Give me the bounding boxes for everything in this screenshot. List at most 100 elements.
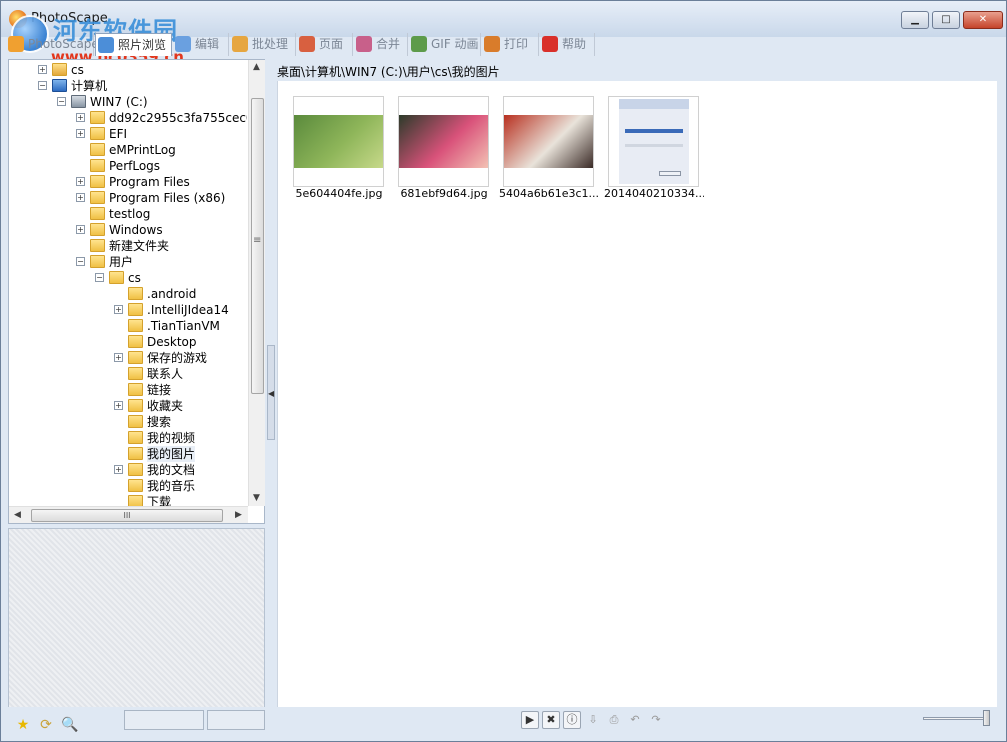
maximize-button[interactable]: □	[932, 11, 960, 29]
current-path: 桌面\计算机\WIN7 (C:)\用户\cs\我的图片	[277, 65, 500, 79]
expand-icon[interactable]: +	[114, 401, 123, 410]
scroll-right-icon[interactable]: ▶	[235, 510, 242, 520]
thumbnail-item[interactable]	[398, 96, 489, 187]
tree-node[interactable]: 新建文件夹	[9, 238, 247, 254]
tree-node[interactable]: 搜索	[9, 414, 247, 430]
tab-page[interactable]: 页面	[297, 33, 353, 56]
undo-icon[interactable]: ↶	[626, 711, 644, 729]
tree-node[interactable]: .TianTianVM	[9, 318, 247, 334]
tree-node[interactable]: + EFI	[9, 126, 247, 142]
thumbnail-item[interactable]	[293, 96, 384, 187]
collapse-icon[interactable]: −	[38, 81, 47, 90]
folder-search-icon[interactable]: 🔍	[61, 717, 78, 733]
tab-print[interactable]: 打印	[482, 33, 539, 56]
folder-icon	[90, 175, 105, 188]
info-icon[interactable]: ⓘ	[563, 711, 581, 729]
folder-icon	[128, 415, 143, 428]
expand-icon[interactable]: +	[76, 113, 85, 122]
expand-icon[interactable]: +	[76, 225, 85, 234]
tree-node-label: Program Files	[109, 175, 190, 189]
tree-node[interactable]: + 我的文档	[9, 462, 247, 478]
tree-node[interactable]: + 保存的游戏	[9, 350, 247, 366]
tree-node[interactable]: 我的视频	[9, 430, 247, 446]
fullscreen-icon[interactable]: ✖	[542, 711, 560, 729]
tree-node[interactable]: − 计算机	[9, 78, 247, 94]
redo-icon[interactable]: ↷	[647, 711, 665, 729]
export-icon[interactable]: ⇩	[584, 711, 602, 729]
status-bar: ★ ⟳ 🔍 ▶ ✖ ⓘ ⇩ ⎙ ↶ ↷	[1, 707, 1006, 741]
tree-vertical-scrollbar[interactable]: ▲ ≡ ▼	[248, 60, 265, 506]
tab-viewer[interactable]: 照片浏览	[95, 33, 172, 56]
tree-horizontal-scrollbar[interactable]: ◀ III ▶	[9, 506, 248, 523]
tree-node[interactable]: − cs	[9, 270, 247, 286]
scroll-down-icon[interactable]: ▼	[253, 493, 260, 503]
tree-node[interactable]: eMPrintLog	[9, 142, 247, 158]
tree-node[interactable]: Desktop	[9, 334, 247, 350]
minimize-button[interactable]: ▁	[901, 11, 929, 29]
collapse-icon[interactable]: −	[57, 97, 66, 106]
thumbnail-item[interactable]	[608, 96, 699, 187]
expand-icon[interactable]: +	[114, 353, 123, 362]
tree-node[interactable]: + cs	[9, 62, 247, 78]
expand-icon[interactable]: +	[114, 305, 123, 314]
tab-editor[interactable]: 编辑	[173, 33, 229, 56]
tab-combine[interactable]: 合并	[354, 33, 408, 56]
scroll-up-icon[interactable]: ▲	[253, 62, 260, 72]
slideshow-icon[interactable]: ▶	[521, 711, 539, 729]
expand-icon[interactable]: +	[38, 65, 47, 74]
thumbnail-size-slider[interactable]	[923, 717, 985, 720]
tree-node-label: EFI	[109, 127, 128, 141]
tree-vertical-scroll-thumb[interactable]: ≡	[251, 98, 264, 394]
photo-preview	[399, 115, 488, 168]
tree-node-label: .IntelliJIdea14	[147, 303, 229, 317]
expand-icon[interactable]: +	[114, 465, 123, 474]
expand-icon[interactable]: +	[76, 193, 85, 202]
collapse-icon[interactable]: −	[95, 273, 104, 282]
refresh-icon[interactable]: ⟳	[38, 717, 54, 733]
tree-node[interactable]: − WIN7 (C:)	[9, 94, 247, 110]
image-preview-pane	[8, 528, 265, 708]
thumbnail-item[interactable]	[503, 96, 594, 187]
tree-node[interactable]: + dd92c2955c3fa755cec0	[9, 110, 247, 126]
main-tab-bar: PhotoScape 照片浏览 编辑 批处理 页面 合并 GIF 动画 打印 帮助	[1, 33, 1006, 57]
folder-icon	[90, 207, 105, 220]
tab-batch[interactable]: 批处理	[230, 33, 296, 56]
scroll-grip-icon: ≡	[253, 235, 262, 246]
tree-node[interactable]: − 用户	[9, 254, 247, 270]
expand-icon[interactable]: +	[76, 129, 85, 138]
tree-node[interactable]: + Program Files	[9, 174, 247, 190]
tree-node[interactable]: + 收藏夹	[9, 398, 247, 414]
scroll-left-icon[interactable]: ◀	[14, 510, 21, 520]
tree-node[interactable]: testlog	[9, 206, 247, 222]
folder-icon	[90, 255, 105, 268]
folder-tree[interactable]: + cs − 计算机 − WIN7 (C:) + dd92c2955c3fa755cec0 + E…	[9, 60, 247, 506]
close-button[interactable]: ✕	[963, 11, 1003, 29]
tree-node[interactable]: 下载	[9, 494, 247, 506]
folder-icon	[128, 367, 143, 380]
expand-icon[interactable]: +	[76, 177, 85, 186]
folder-icon	[90, 143, 105, 156]
star-icon[interactable]: ★	[15, 717, 31, 733]
tab-help[interactable]: 帮助	[540, 33, 595, 56]
folder-icon	[128, 495, 143, 506]
tree-node[interactable]: 我的音乐	[9, 478, 247, 494]
tab-gif[interactable]: GIF 动画	[409, 33, 481, 56]
tree-horizontal-scroll-thumb[interactable]: III	[31, 509, 223, 522]
tree-node[interactable]: 我的图片	[9, 446, 247, 462]
print-icon	[484, 36, 500, 52]
tree-node[interactable]: + .IntelliJIdea14	[9, 302, 247, 318]
status-field-2	[207, 710, 265, 730]
tree-node[interactable]: .android	[9, 286, 247, 302]
tab-photoscape[interactable]: PhotoScape	[6, 33, 99, 56]
collapse-arrow-icon[interactable]: ◀	[268, 389, 274, 398]
viewer-icon	[98, 37, 114, 53]
print-icon[interactable]: ⎙	[605, 711, 623, 729]
tree-node[interactable]: 联系人	[9, 366, 247, 382]
collapse-icon[interactable]: −	[76, 257, 85, 266]
tree-node[interactable]: + Windows	[9, 222, 247, 238]
app-window: PhotoScape ▁ □ ✕ 河东软件园 www.pc0359.cn Pho…	[0, 0, 1007, 742]
tree-node[interactable]: + Program Files (x86)	[9, 190, 247, 206]
thumbnail-size-slider-thumb[interactable]	[983, 710, 990, 726]
tree-node[interactable]: 链接	[9, 382, 247, 398]
tree-node[interactable]: PerfLogs	[9, 158, 247, 174]
